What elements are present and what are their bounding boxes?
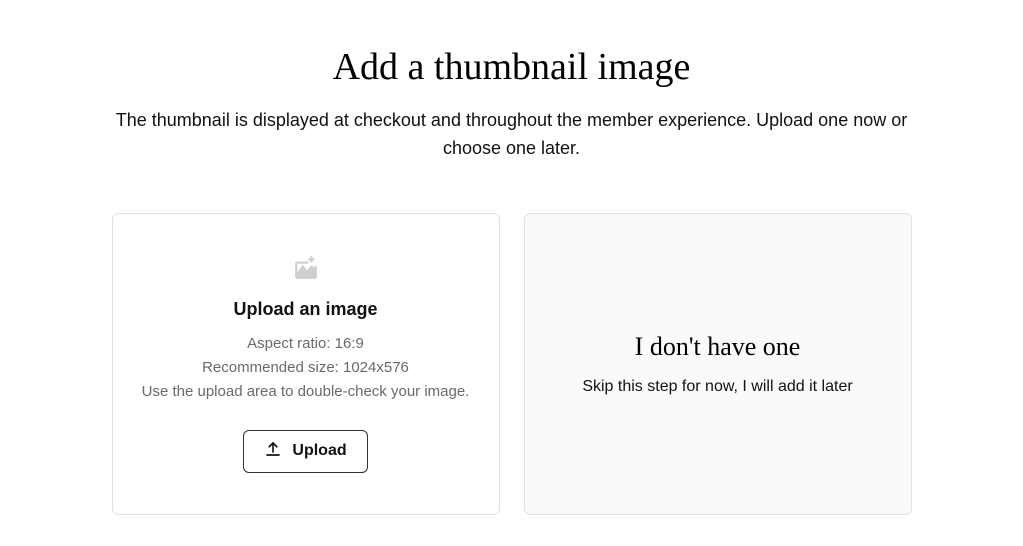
upload-arrow-icon [264, 440, 282, 463]
cards-row: Upload an image Aspect ratio: 16:9 Recom… [112, 213, 912, 515]
recommended-size-text: Recommended size: 1024x576 [202, 359, 409, 376]
image-add-icon [293, 255, 319, 281]
aspect-ratio-text: Aspect ratio: 16:9 [247, 335, 364, 352]
upload-card-title: Upload an image [233, 299, 377, 320]
upload-card: Upload an image Aspect ratio: 16:9 Recom… [112, 213, 500, 515]
upload-button-label: Upload [292, 442, 346, 460]
page-subtitle: The thumbnail is displayed at checkout a… [97, 107, 927, 163]
upload-helper-text: Use the upload area to double-check your… [142, 383, 470, 400]
page-title: Add a thumbnail image [333, 45, 691, 89]
upload-button[interactable]: Upload [243, 430, 367, 473]
skip-card-title: I don't have one [635, 332, 801, 362]
skip-card-description: Skip this step for now, I will add it la… [582, 378, 852, 396]
upload-help-text: Aspect ratio: 16:9 Recommended size: 102… [142, 332, 470, 404]
skip-card[interactable]: I don't have one Skip this step for now,… [524, 213, 912, 515]
